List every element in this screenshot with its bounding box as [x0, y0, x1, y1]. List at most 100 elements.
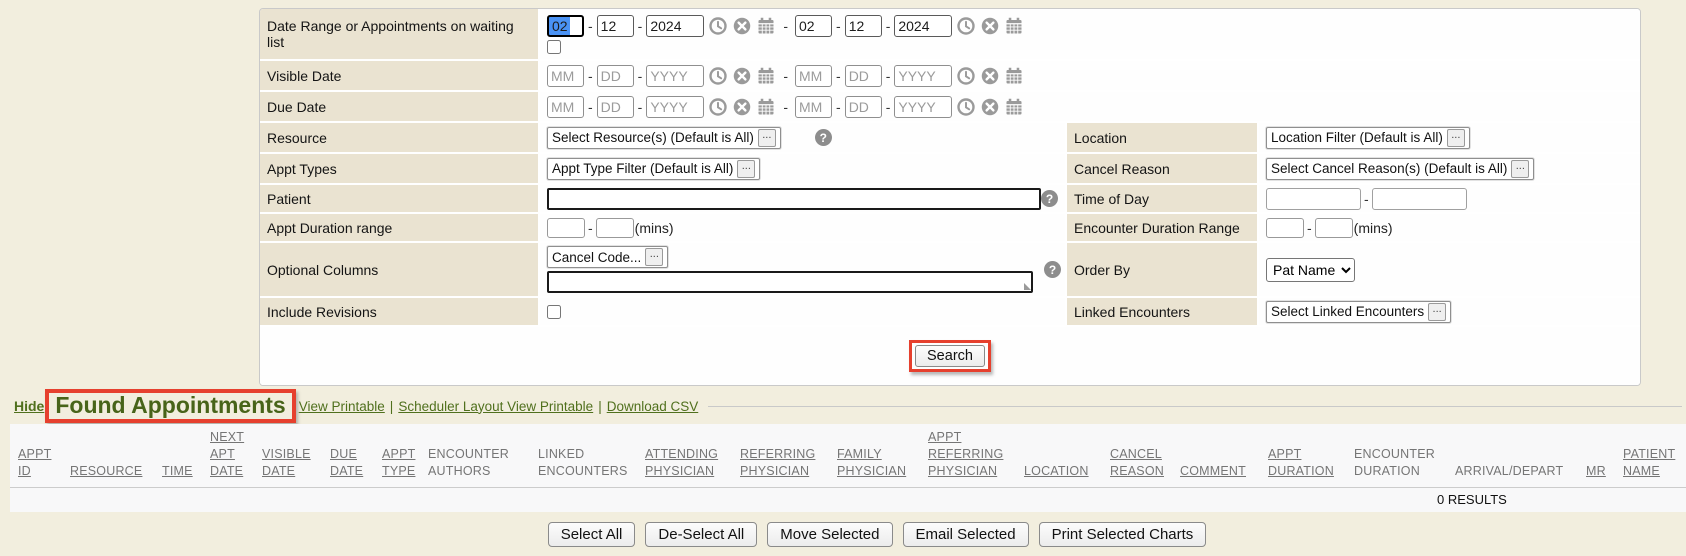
link-separator: |: [390, 399, 394, 414]
optional-columns-help-icon[interactable]: ?: [1044, 261, 1061, 278]
due-to-month-input[interactable]: [795, 96, 832, 118]
linked-encounters-button[interactable]: Select Linked Encounters ...: [1266, 301, 1451, 323]
resource-more-button[interactable]: ...: [758, 129, 776, 147]
clear-date-icon[interactable]: [981, 67, 999, 85]
clock-icon[interactable]: [709, 67, 727, 85]
scheduler-layout-view-printable-link[interactable]: Scheduler Layout View Printable: [398, 399, 593, 414]
linked-encounters-more-button[interactable]: ...: [1428, 303, 1446, 321]
include-revisions-input-cell: [540, 298, 1065, 325]
date-from-day-input[interactable]: [597, 15, 634, 37]
clear-date-icon[interactable]: [981, 98, 999, 116]
date-to-month-input[interactable]: [795, 15, 832, 37]
encounter-duration-input-cell: - (mins): [1259, 214, 1640, 241]
visible-to-year-input[interactable]: [894, 65, 952, 87]
col-header-patient-name[interactable]: PATIENT NAME: [1623, 446, 1675, 480]
calendar-icon[interactable]: [757, 98, 775, 116]
cancel-reason-label-cell: Cancel Reason: [1067, 154, 1257, 183]
patient-input[interactable]: [547, 188, 1041, 210]
clock-icon[interactable]: [709, 17, 727, 35]
results-count: 0 RESULTS: [1437, 492, 1507, 507]
encounter-duration-min-input[interactable]: [1266, 218, 1304, 238]
col-header-appt-type[interactable]: APPT TYPE: [382, 446, 415, 480]
visible-from-day-input[interactable]: [597, 65, 634, 87]
range-separator: -: [1307, 220, 1312, 236]
encounter-duration-max-input[interactable]: [1315, 218, 1353, 238]
visible-date-input-cell: - - - - -: [540, 61, 1640, 90]
calendar-icon[interactable]: [757, 17, 775, 35]
cancel-code-button[interactable]: Cancel Code... ...: [547, 246, 668, 268]
col-header-appt-id[interactable]: APPT ID: [18, 446, 51, 480]
due-to-day-input[interactable]: [845, 96, 882, 118]
appt-duration-min-input[interactable]: [547, 218, 585, 238]
col-header-family-physician[interactable]: FAMILY PHYSICIAN: [837, 446, 906, 480]
clock-icon[interactable]: [957, 67, 975, 85]
order-by-select[interactable]: Pat Name: [1266, 258, 1355, 282]
resource-filter-button[interactable]: Select Resource(s) (Default is All) ...: [547, 127, 781, 149]
hide-link[interactable]: Hide: [14, 398, 44, 414]
select-all-button[interactable]: Select All: [548, 522, 636, 547]
col-header-time[interactable]: TIME: [162, 463, 193, 480]
col-header-attending-physician[interactable]: ATTENDING PHYSICIAN: [645, 446, 718, 480]
location-more-button[interactable]: ...: [1447, 129, 1465, 147]
col-header-appt-referring-physician[interactable]: APPT REFERRING PHYSICIAN: [928, 429, 1003, 480]
date-from-year-input[interactable]: [646, 15, 704, 37]
col-header-mr[interactable]: MR: [1586, 463, 1606, 480]
search-button[interactable]: Search: [915, 345, 985, 367]
visible-from-month-input[interactable]: [547, 65, 584, 87]
date-separator: -: [886, 68, 891, 84]
col-header-visible-date[interactable]: VISIBLE DATE: [262, 446, 311, 480]
clear-date-icon[interactable]: [733, 98, 751, 116]
deselect-all-button[interactable]: De-Select All: [645, 522, 757, 547]
move-selected-button[interactable]: Move Selected: [767, 522, 892, 547]
calendar-icon[interactable]: [1005, 67, 1023, 85]
patient-help-icon[interactable]: ?: [1041, 190, 1058, 207]
due-from-day-input[interactable]: [597, 96, 634, 118]
appt-duration-max-input[interactable]: [596, 218, 634, 238]
visible-to-day-input[interactable]: [845, 65, 882, 87]
date-to-year-input[interactable]: [894, 15, 952, 37]
cancel-reason-more-button[interactable]: ...: [1511, 160, 1529, 178]
time-of-day-start-input[interactable]: [1266, 188, 1361, 210]
col-header-next-apt-date[interactable]: NEXT APT DATE: [210, 429, 244, 480]
resource-help-icon[interactable]: ?: [815, 129, 832, 146]
cancel-code-more-button[interactable]: ...: [645, 248, 663, 266]
appt-types-input-cell: Appt Type Filter (Default is All) ...: [540, 154, 1065, 183]
col-header-location[interactable]: LOCATION: [1024, 463, 1089, 480]
calendar-icon[interactable]: [1005, 98, 1023, 116]
waiting-list-checkbox[interactable]: [547, 40, 561, 54]
cancel-reason-filter-button[interactable]: Select Cancel Reason(s) (Default is All)…: [1266, 158, 1534, 180]
calendar-icon[interactable]: [757, 67, 775, 85]
appt-duration-input-cell: - (mins): [540, 214, 1065, 241]
due-from-month-input[interactable]: [547, 96, 584, 118]
clock-icon[interactable]: [957, 98, 975, 116]
print-selected-charts-button[interactable]: Print Selected Charts: [1039, 522, 1207, 547]
calendar-icon[interactable]: [1005, 17, 1023, 35]
view-printable-link[interactable]: View Printable: [299, 399, 385, 414]
optional-columns-input[interactable]: [547, 271, 1033, 293]
col-header-due-date[interactable]: DUE DATE: [330, 446, 363, 480]
download-csv-link[interactable]: Download CSV: [607, 399, 699, 414]
clear-date-icon[interactable]: [733, 67, 751, 85]
clock-icon[interactable]: [957, 17, 975, 35]
clear-date-icon[interactable]: [981, 17, 999, 35]
col-header-resource[interactable]: RESOURCE: [70, 463, 142, 480]
due-to-year-input[interactable]: [894, 96, 952, 118]
col-header-appt-duration[interactable]: APPT DURATION: [1268, 446, 1334, 480]
clock-icon[interactable]: [709, 98, 727, 116]
visible-from-year-input[interactable]: [646, 65, 704, 87]
col-header-encounter-authors: ENCOUNTER AUTHORS: [428, 446, 509, 480]
due-from-year-input[interactable]: [646, 96, 704, 118]
location-filter-button[interactable]: Location Filter (Default is All) ...: [1266, 127, 1470, 149]
email-selected-button[interactable]: Email Selected: [903, 522, 1029, 547]
col-header-referring-physician[interactable]: REFERRING PHYSICIAN: [740, 446, 815, 480]
appt-type-more-button[interactable]: ...: [737, 160, 755, 178]
visible-to-month-input[interactable]: [795, 65, 832, 87]
time-of-day-end-input[interactable]: [1372, 188, 1467, 210]
date-from-month-input[interactable]: [547, 15, 584, 37]
include-revisions-checkbox[interactable]: [547, 305, 561, 319]
col-header-cancel-reason[interactable]: CANCEL REASON: [1110, 446, 1164, 480]
appt-type-filter-button[interactable]: Appt Type Filter (Default is All) ...: [547, 158, 760, 180]
clear-date-icon[interactable]: [733, 17, 751, 35]
date-to-day-input[interactable]: [845, 15, 882, 37]
col-header-comment[interactable]: COMMENT: [1180, 463, 1246, 480]
